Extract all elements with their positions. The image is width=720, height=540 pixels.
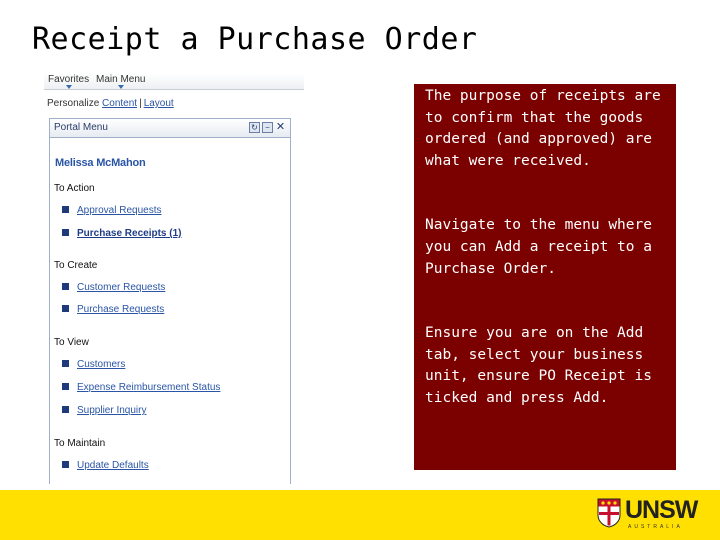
refresh-icon[interactable]: ↻ [249, 122, 260, 133]
section-to-maintain: To Maintain [54, 438, 106, 449]
note-spacer [425, 172, 670, 215]
nav-main-menu-label: Main Menu [96, 74, 146, 85]
menu-link-label: Customer Requests [77, 282, 166, 293]
pagelet-title: Portal Menu [54, 122, 108, 133]
menu-link-label: Customers [77, 359, 126, 370]
nav-favorites[interactable]: Favorites [48, 74, 90, 89]
bullet-icon [62, 405, 69, 413]
personalize-content-link[interactable]: Content [102, 98, 137, 109]
menu-link-label: Expense Reimbursement Status [77, 382, 221, 393]
personalize-layout-link[interactable]: Layout [144, 98, 174, 109]
chevron-down-icon [65, 85, 72, 89]
menu-link-label: Supplier Inquiry [77, 405, 147, 416]
menu-link-approval-requests[interactable]: Approval Requests [62, 205, 162, 216]
slide-title: Receipt a Purchase Order [32, 22, 478, 57]
note-navigate: Navigate to the menu where you can Add a… [425, 217, 661, 277]
bullet-icon [62, 205, 69, 213]
pagelet-header: Portal Menu ↻ − ✕ [50, 119, 290, 138]
menu-link-label: Approval Requests [77, 205, 162, 216]
bullet-icon [62, 382, 69, 390]
bullet-icon [62, 304, 69, 312]
unsw-crest-icon [597, 498, 621, 528]
menu-link-label: Purchase Requests [77, 304, 165, 315]
portal-menu-pagelet: Portal Menu ↻ − ✕ Melissa McMahon To Act… [49, 118, 291, 484]
section-to-action: To Action [54, 183, 95, 194]
user-name: Melissa McMahon [55, 157, 146, 169]
pagelet-controls: ↻ − ✕ [249, 122, 286, 133]
logo-wordmark: UNSW [625, 496, 698, 524]
personalize-separator: | [139, 98, 142, 109]
menu-link-customer-requests[interactable]: Customer Requests [62, 282, 165, 293]
note-add-tab: Ensure you are on the Add tab, select yo… [425, 325, 661, 406]
note-purpose: The purpose of receipts are to confirm t… [425, 88, 670, 169]
bullet-icon [62, 460, 69, 468]
note-spacer [425, 280, 670, 323]
personalize-bar: Personalize Content | Layout [47, 98, 174, 109]
menu-link-purchase-receipts[interactable]: Purchase Receipts (1) [62, 228, 182, 239]
nav-main-menu[interactable]: Main Menu [96, 74, 146, 89]
menu-link-label: Purchase Receipts (1) [77, 228, 182, 239]
nav-favorites-label: Favorites [48, 74, 90, 85]
portal-screenshot: Favorites Main Menu Personalize Content |… [44, 70, 306, 484]
menu-link-customers[interactable]: Customers [62, 359, 125, 370]
chevron-down-icon [117, 85, 124, 89]
personalize-label: Personalize [47, 98, 100, 109]
section-to-view: To View [54, 337, 89, 348]
section-to-create: To Create [54, 260, 98, 271]
menu-link-expense-reimbursement-status[interactable]: Expense Reimbursement Status [62, 382, 220, 393]
minimize-icon[interactable]: − [262, 122, 273, 133]
menu-link-purchase-requests[interactable]: Purchase Requests [62, 304, 164, 315]
menu-link-label: Update Defaults [77, 460, 149, 471]
instruction-panel: The purpose of receipts are to confirm t… [414, 84, 676, 470]
footer-band: UNSW AUSTRALIA [0, 490, 720, 540]
top-nav-bar: Favorites Main Menu [44, 73, 304, 90]
menu-link-update-defaults[interactable]: Update Defaults [62, 460, 149, 471]
bullet-icon [62, 282, 69, 290]
logo-subline: AUSTRALIA [628, 524, 683, 530]
bullet-icon [62, 228, 69, 236]
menu-link-supplier-inquiry[interactable]: Supplier Inquiry [62, 405, 146, 416]
close-icon[interactable]: ✕ [275, 122, 286, 133]
bullet-icon [62, 359, 69, 367]
